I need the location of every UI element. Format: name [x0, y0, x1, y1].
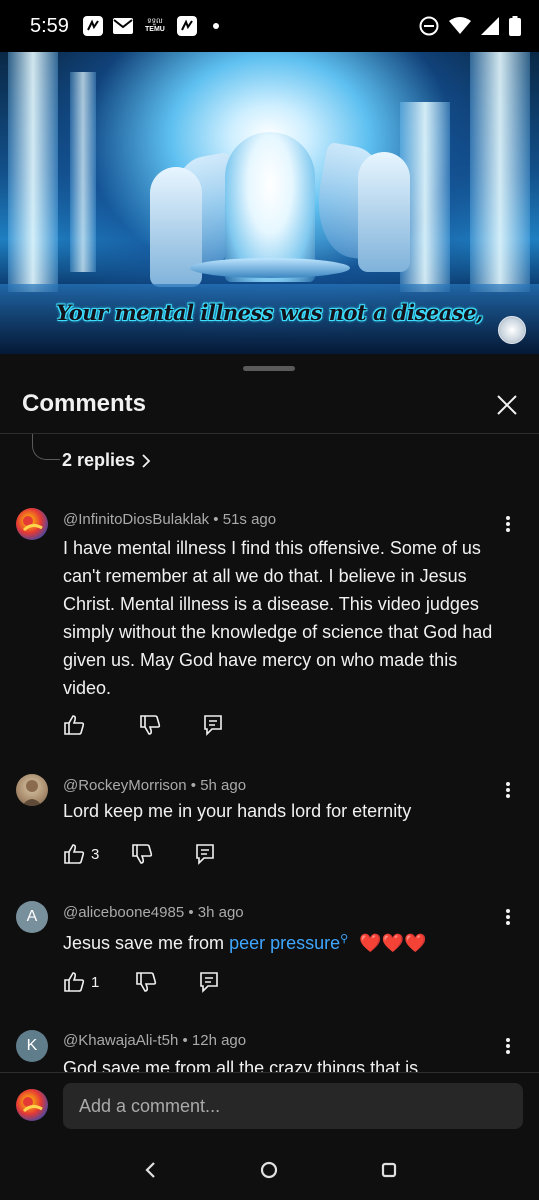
dislike-button[interactable] [131, 843, 153, 865]
comment-meta: @KhawajaAli-t5h • 12h ago [63, 1032, 247, 1049]
add-comment-input[interactable]: Add a comment... [63, 1083, 523, 1129]
close-icon [497, 395, 517, 415]
comment-actions: 3 [63, 842, 215, 866]
add-comment-placeholder: Add a comment... [79, 1095, 221, 1116]
comment-text-prefix: Jesus save me from [63, 933, 230, 953]
dislike-button[interactable] [135, 971, 157, 993]
video-player[interactable]: Your mental illness was not a disease, [0, 52, 539, 354]
signal-icon [481, 17, 499, 35]
reply-comment-icon [200, 972, 219, 993]
comment-text: Jesus save me from peer pressure⚲ ❤️❤️❤️ [63, 925, 503, 957]
like-button[interactable] [63, 714, 91, 736]
view-replies-button[interactable]: 2 replies [62, 450, 151, 471]
avatar-letter: A [26, 908, 38, 925]
comment-time: 5h ago [200, 777, 247, 794]
comment-author[interactable]: @KhawajaAli-t5h [63, 1032, 178, 1049]
comment-meta: @aliceboone4985 • 3h ago [63, 904, 244, 921]
thumbs-down-icon [132, 844, 153, 864]
dislike-button[interactable] [139, 714, 161, 736]
drag-handle[interactable] [243, 366, 295, 371]
reply-button[interactable] [199, 971, 219, 993]
pillar-right-2 [470, 52, 530, 292]
reply-button[interactable] [195, 843, 215, 865]
comment-text: Lord keep me in your hands lord for eter… [63, 801, 412, 821]
back-icon [145, 1162, 155, 1178]
recents-button[interactable] [369, 1150, 409, 1190]
comment-actions: 1 [63, 970, 219, 994]
comment-meta: @InfinitoDiosBulaklak • 51s ago [63, 511, 277, 528]
avatar[interactable] [16, 774, 48, 806]
replies-label: 2 replies [62, 450, 136, 470]
reply-button[interactable] [203, 714, 223, 736]
like-count: 1 [91, 973, 100, 991]
pillar-left-1 [8, 52, 58, 292]
comment-author[interactable]: @RockeyMorrison [63, 777, 187, 794]
reply-comment-icon [204, 715, 222, 736]
comments-header: Comments [0, 378, 539, 434]
thumbs-down-icon [136, 972, 157, 992]
comment-author[interactable]: @aliceboone4985 [63, 904, 184, 921]
comments-sheet: Comments 2 replies @InfinitoDiosBulaklak… [0, 354, 539, 1200]
video-caption: Your mental illness was not a disease, [56, 300, 483, 325]
search-icon: ⚲ [340, 933, 349, 945]
like-button[interactable]: 3 [63, 843, 99, 865]
comment-time: 12h ago [191, 1032, 247, 1049]
close-button[interactable] [490, 388, 524, 422]
pillar-left-2 [70, 72, 96, 272]
heart-emojis: ❤️❤️❤️ [359, 933, 427, 953]
avatar[interactable]: K [16, 1030, 48, 1062]
angel-right [358, 152, 410, 272]
status-bar: 5:59 ទទួល TEMU [0, 0, 539, 52]
more-notifications-dot [212, 23, 219, 29]
mail-icon [112, 16, 133, 36]
more-vert-icon [506, 909, 510, 925]
avatar[interactable]: A [16, 901, 48, 933]
throne-platform [190, 258, 350, 278]
system-nav-bar [0, 1140, 539, 1200]
temu-icon: ទទួល TEMU [143, 16, 167, 36]
more-vert-icon [506, 782, 510, 798]
search-link-label: peer pressure [229, 933, 341, 953]
chevron-right-icon [142, 453, 151, 468]
do-not-disturb-icon [419, 16, 439, 36]
thumbs-down-icon [140, 715, 161, 735]
thumbs-up-icon [64, 844, 85, 864]
home-icon [261, 1161, 278, 1179]
search-link[interactable]: peer pressure⚲ [229, 933, 348, 953]
recents-icon [382, 1162, 397, 1178]
comment-author[interactable]: @InfinitoDiosBulaklak [63, 511, 209, 528]
wifi-icon [449, 17, 471, 34]
avatar-letter: K [26, 1037, 38, 1054]
reply-comment-icon [196, 844, 215, 865]
thumbs-up-icon [64, 715, 85, 735]
temu-label: TEMU [145, 26, 165, 33]
comment-text: God save me from all the crazy things th… [63, 1058, 419, 1072]
temu-label-top: ទទួល [147, 18, 163, 25]
back-button[interactable] [130, 1150, 170, 1190]
thread-line [32, 434, 60, 460]
thumbs-up-icon [64, 972, 85, 992]
add-comment-bar: Add a comment... [0, 1072, 539, 1140]
like-count: 3 [91, 845, 100, 863]
status-time: 5:59 [30, 14, 69, 37]
comment-item: K @KhawajaAli-t5h • 12h ago God save me … [0, 1028, 539, 1072]
comment-meta: @RockeyMorrison • 5h ago [63, 777, 247, 794]
more-vert-icon [506, 1038, 510, 1054]
more-vert-icon [506, 516, 510, 532]
comment-time: 3h ago [197, 904, 244, 921]
home-button[interactable] [249, 1150, 289, 1190]
battery-icon [509, 16, 521, 36]
comment-text: I have mental illness I find this offens… [63, 538, 493, 698]
comment-time: 51s ago [222, 511, 277, 528]
like-button[interactable]: 1 [63, 971, 99, 993]
channel-badge[interactable] [498, 316, 526, 344]
avatar[interactable] [16, 508, 48, 540]
app-notification-icon [82, 16, 103, 36]
system-icons [419, 16, 521, 36]
app-notification-icon-2 [176, 16, 197, 36]
comment-more-button[interactable] [496, 512, 520, 536]
comment-actions [63, 713, 223, 737]
comments-title: Comments [22, 390, 147, 417]
user-avatar [16, 1089, 48, 1121]
